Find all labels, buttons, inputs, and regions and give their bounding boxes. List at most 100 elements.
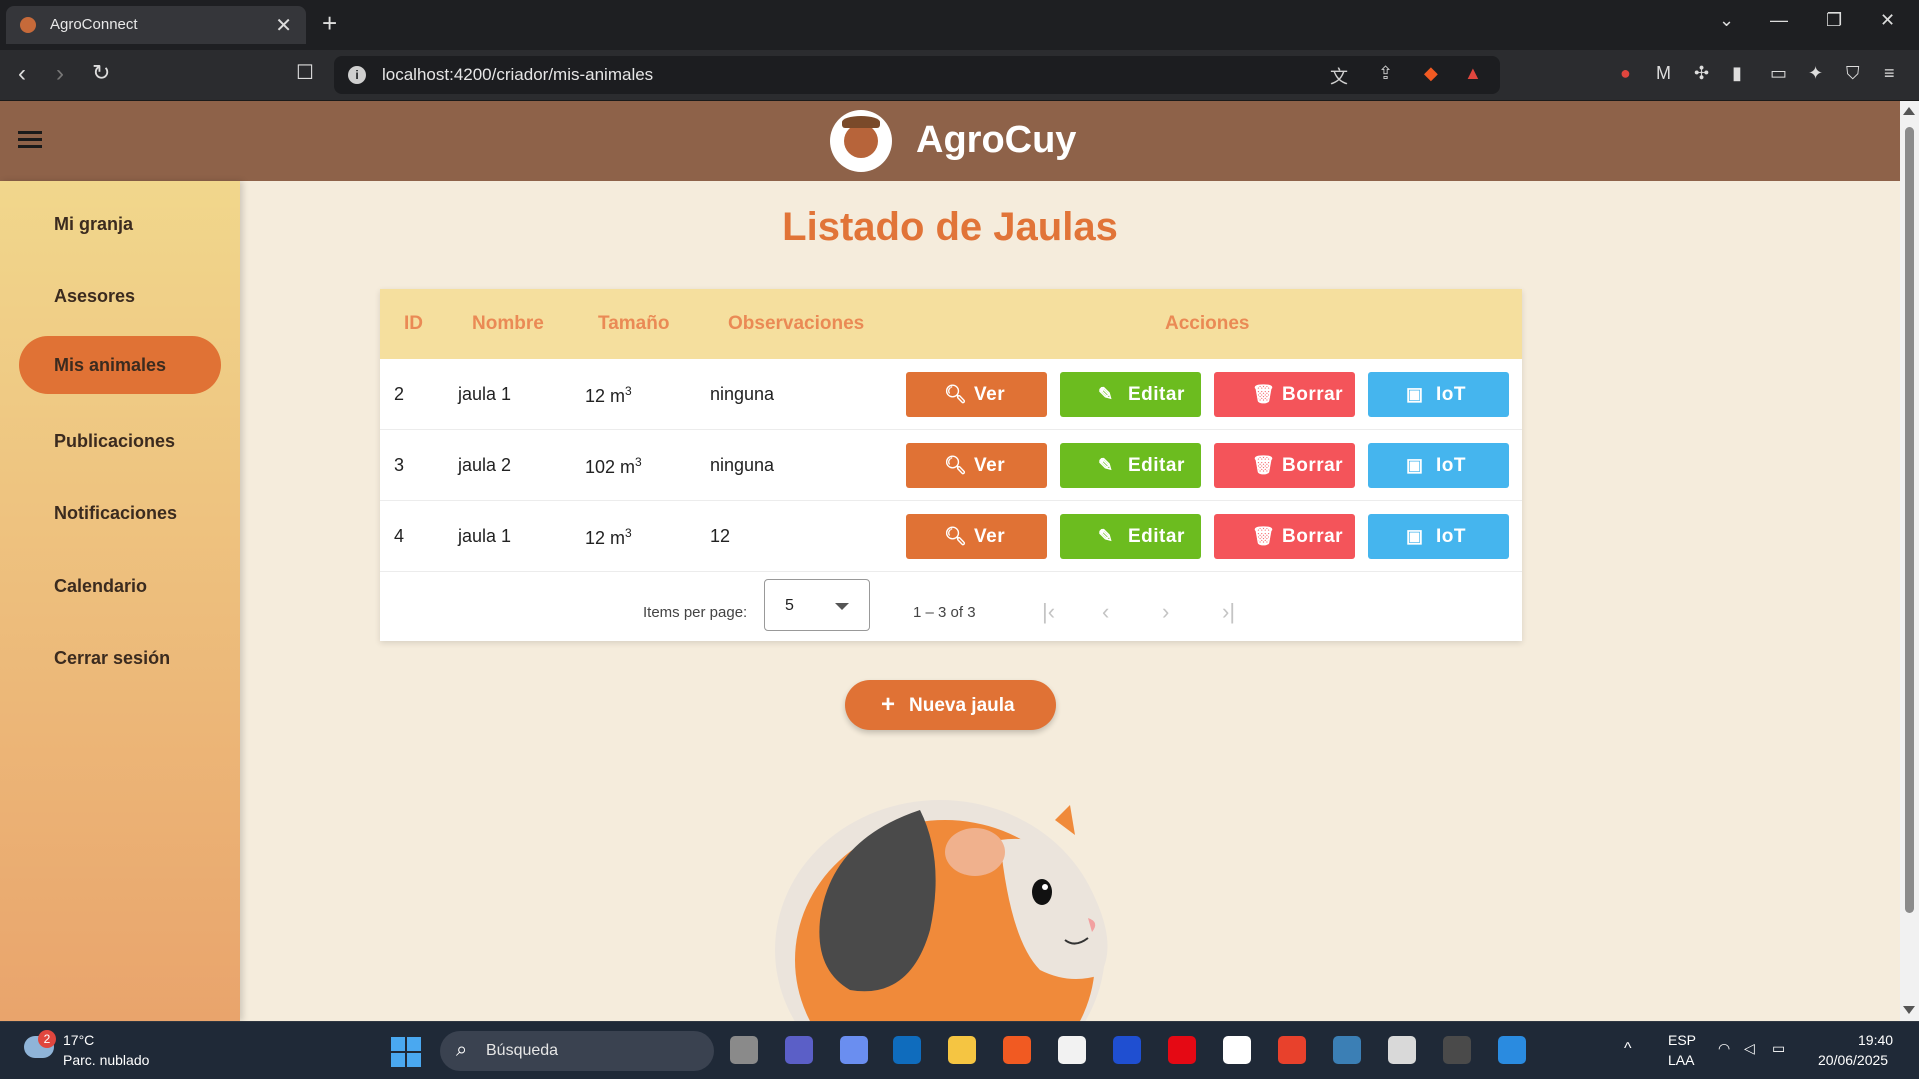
weather-description[interactable]: Parc. nublado (63, 1052, 149, 1068)
new-tab-button[interactable]: + (322, 8, 337, 39)
back-icon[interactable]: ‹ (18, 60, 26, 88)
teams-icon[interactable] (785, 1036, 813, 1064)
delete-button[interactable]: 🗑︎ Borrar (1214, 443, 1355, 488)
last-page-icon[interactable]: ›| (1222, 599, 1235, 625)
first-page-icon[interactable]: |‹ (1042, 599, 1055, 625)
header-observations: Observaciones (728, 313, 865, 334)
snipping-tool-icon[interactable] (1388, 1036, 1416, 1064)
sidebar: Mi granja Asesores Mis animales Publicac… (0, 181, 240, 1021)
extensions-icon[interactable]: ✣ (1694, 63, 1709, 84)
brave-rewards-icon[interactable]: ▲ (1464, 63, 1482, 84)
brave-shields-icon[interactable]: ◆ (1424, 63, 1438, 84)
sidebar-item-cerrar-sesion[interactable]: Cerrar sesión (19, 629, 221, 687)
file-explorer-icon[interactable] (948, 1036, 976, 1064)
table-row: 2 jaula 1 12 m3 ninguna 🔍︎ Ver ✎ Editar 🗑︎… (380, 359, 1522, 430)
delete-button[interactable]: 🗑︎ Borrar (1214, 514, 1355, 559)
brave-browser-icon[interactable] (1003, 1036, 1031, 1064)
search-icon: 🔍︎ (944, 384, 968, 404)
site-info-icon[interactable]: i (348, 66, 366, 84)
share-icon[interactable]: ⇪ (1378, 63, 1393, 84)
address-bar[interactable]: i localhost:4200/criador/mis-animales 文 … (334, 56, 1500, 94)
iot-button[interactable]: ▣ IoT (1368, 372, 1509, 417)
taskbar-search[interactable]: ⌕ Búsqueda (440, 1031, 714, 1071)
header-size: Tamaño (598, 313, 670, 334)
scroll-up-icon[interactable] (1903, 107, 1915, 115)
scroll-down-icon[interactable] (1903, 1006, 1915, 1014)
cell-id: 3 (394, 455, 405, 475)
tab-search-icon[interactable]: ⌄ (1719, 10, 1734, 31)
tab-title: AgroConnect (50, 16, 138, 33)
iot-button[interactable]: ▣ IoT (1368, 443, 1509, 488)
browser-toolbar: ‹ › ↻ ☐ i localhost:4200/criador/mis-ani… (0, 50, 1919, 101)
hamburger-menu-icon[interactable] (18, 131, 42, 149)
trash-icon: 🗑︎ (1252, 455, 1276, 475)
translate-icon[interactable]: 文 (1330, 63, 1348, 89)
microsoft-store-icon[interactable] (1058, 1036, 1086, 1064)
sidebar-item-mi-granja[interactable]: Mi granja (19, 195, 221, 253)
sidebar-item-notificaciones[interactable]: Notificaciones (19, 484, 221, 542)
wallet-icon[interactable]: ▭ (1770, 63, 1787, 84)
edit-button[interactable]: ✎ Editar (1060, 443, 1201, 488)
terminal-icon[interactable] (1443, 1036, 1471, 1064)
page-scrollbar[interactable] (1900, 101, 1919, 1021)
language-1[interactable]: ESP (1668, 1032, 1696, 1048)
edit-button[interactable]: ✎ Editar (1060, 514, 1201, 559)
search-placeholder: Búsqueda (486, 1042, 559, 1059)
dropdown-caret-icon (835, 603, 849, 610)
volume-icon[interactable]: ◁ (1744, 1040, 1755, 1057)
vpn-icon[interactable]: ⛉ (1846, 63, 1860, 84)
leo-ai-icon[interactable]: ✦ (1808, 63, 1823, 84)
chevron-up-icon[interactable]: ^ (1624, 1040, 1632, 1058)
clock-date[interactable]: 20/06/2025 (1818, 1052, 1888, 1068)
sidebar-item-publicaciones[interactable]: Publicaciones (19, 412, 221, 470)
mysql-workbench-icon[interactable] (1333, 1036, 1361, 1064)
vscode-icon[interactable] (1498, 1036, 1526, 1064)
temperature[interactable]: 17°C (63, 1032, 94, 1048)
browser-tab[interactable]: AgroConnect ✕ (6, 6, 306, 44)
scroll-thumb[interactable] (1905, 127, 1914, 913)
sidebar-item-asesores[interactable]: Asesores (19, 267, 221, 325)
items-per-page-select[interactable]: 5 (764, 579, 870, 631)
bookmark-icon[interactable]: ☐ (296, 60, 314, 85)
sidebar-toggle-icon[interactable]: ▮ (1732, 63, 1742, 84)
notepad-icon[interactable] (1223, 1036, 1251, 1064)
sidebar-item-calendario[interactable]: Calendario (19, 557, 221, 615)
wifi-icon[interactable]: ◠ (1718, 1040, 1730, 1057)
view-button[interactable]: 🔍︎ Ver (906, 372, 1047, 417)
view-button[interactable]: 🔍︎ Ver (906, 443, 1047, 488)
language-2[interactable]: LAA (1668, 1052, 1694, 1068)
delete-button[interactable]: 🗑︎ Borrar (1214, 372, 1355, 417)
extension-m-icon[interactable]: M (1656, 63, 1671, 84)
view-button[interactable]: 🔍︎ Ver (906, 514, 1047, 559)
device-icon: ▣ (1406, 384, 1424, 404)
l-app-icon[interactable] (1113, 1036, 1141, 1064)
copilot-icon[interactable] (840, 1036, 868, 1064)
next-page-icon[interactable]: › (1162, 599, 1169, 625)
close-window-icon[interactable]: ✕ (1880, 10, 1895, 31)
restore-icon[interactable]: ❐ (1826, 10, 1842, 31)
windows-start-icon[interactable] (391, 1037, 421, 1067)
edit-button[interactable]: ✎ Editar (1060, 372, 1201, 417)
ublock-icon[interactable]: ● (1620, 63, 1631, 84)
menu-icon[interactable]: ≡ (1884, 63, 1895, 84)
weather-badge: 2 (38, 1030, 56, 1048)
close-tab-icon[interactable]: ✕ (275, 13, 292, 38)
trash-icon: 🗑︎ (1252, 384, 1276, 404)
iot-button[interactable]: ▣ IoT (1368, 514, 1509, 559)
forward-icon[interactable]: › (56, 60, 64, 88)
minimize-icon[interactable]: — (1770, 10, 1788, 31)
sidebar-item-mis-animales[interactable]: Mis animales (19, 336, 221, 394)
url-text[interactable]: localhost:4200/criador/mis-animales (382, 65, 653, 85)
netflix-icon[interactable] (1168, 1036, 1196, 1064)
new-cage-button[interactable]: + Nueva jaula (845, 680, 1056, 730)
cell-name: jaula 1 (458, 526, 512, 546)
task-view-icon[interactable] (730, 1036, 758, 1064)
previous-page-icon[interactable]: ‹ (1102, 599, 1109, 625)
outlook-icon[interactable] (893, 1036, 921, 1064)
clock-time[interactable]: 19:40 (1858, 1032, 1893, 1048)
intellij-icon[interactable] (1278, 1036, 1306, 1064)
sidebar-item-label: Notificaciones (54, 503, 178, 523)
guinea-pig-illustration (770, 800, 1130, 1021)
reload-icon[interactable]: ↻ (92, 60, 110, 86)
battery-icon[interactable]: ▭ (1772, 1040, 1785, 1057)
